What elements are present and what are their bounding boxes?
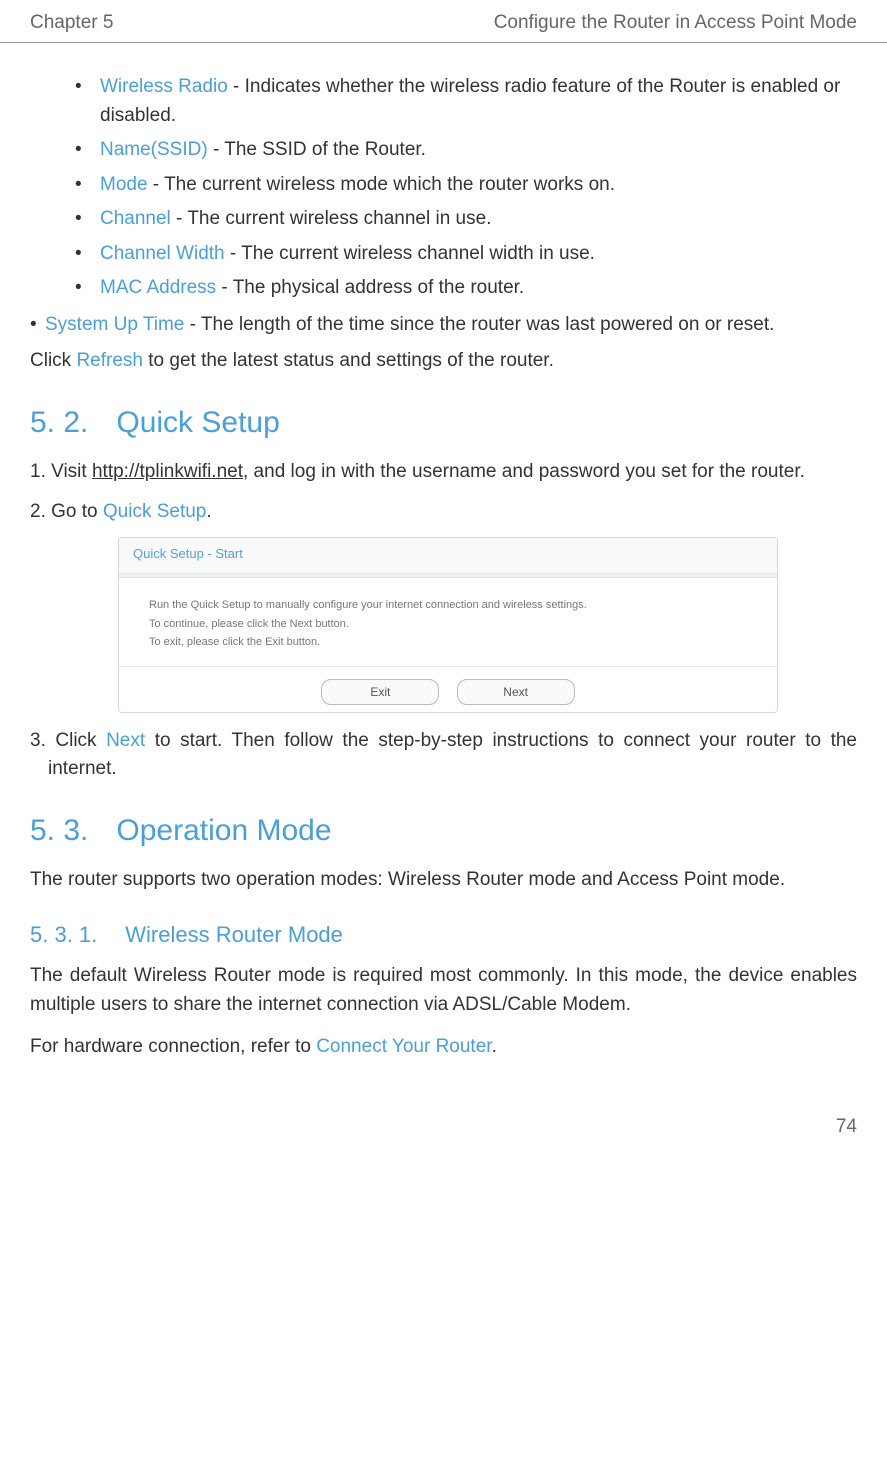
step1-pre: 1. Visit xyxy=(30,461,92,482)
heading-wireless-router-mode: 5. 3. 1. Wireless Router Mode xyxy=(30,922,857,948)
desc-name-ssid: - The SSID of the Router. xyxy=(208,139,426,160)
screenshot-line3: To exit, please click the Exit button. xyxy=(149,633,757,652)
desc-mode: - The current wireless mode which the ro… xyxy=(148,174,615,195)
heading-title-52: Quick Setup xyxy=(116,406,279,439)
tplink-url-link[interactable]: http://tplinkwifi.net xyxy=(92,461,243,482)
step3-pre: 3. Click xyxy=(30,730,106,751)
chapter-label: Chapter 5 xyxy=(30,12,113,34)
screenshot-button-row: Exit Next xyxy=(119,666,777,712)
heading-num-531: 5. 3. 1. xyxy=(30,922,97,947)
p2-pre: For hardware connection, refer to xyxy=(30,1036,316,1057)
screenshot-line2: To continue, please click the Next butto… xyxy=(149,615,757,634)
refresh-pre: Click xyxy=(30,350,76,371)
step3-post: to start. Then follow the step-by-step i… xyxy=(48,730,857,780)
step2-post: . xyxy=(206,501,211,522)
sub-bullet-list: Wireless Radio - Indicates whether the w… xyxy=(75,73,857,303)
screenshot-line1: Run the Quick Setup to manually configur… xyxy=(149,596,757,615)
bullet-system-uptime: System Up Time - The length of the time … xyxy=(30,311,857,340)
term-refresh: Refresh xyxy=(76,350,143,371)
term-quick-setup: Quick Setup xyxy=(103,501,207,522)
main-bullet-list: System Up Time - The length of the time … xyxy=(30,311,857,340)
refresh-paragraph: Click Refresh to get the latest status a… xyxy=(30,347,857,376)
term-system-uptime: System Up Time xyxy=(45,314,184,335)
bullet-name-ssid: Name(SSID) - The SSID of the Router. xyxy=(75,136,857,165)
quick-setup-steps: 1. Visit http://tplinkwifi.net, and log … xyxy=(30,458,857,784)
quick-setup-screenshot: Quick Setup - Start Run the Quick Setup … xyxy=(118,537,778,713)
heading-title-53: Operation Mode xyxy=(116,814,331,847)
operation-mode-intro: The router supports two operation modes:… xyxy=(30,866,857,895)
wireless-router-p1: The default Wireless Router mode is requ… xyxy=(30,962,857,1019)
wireless-router-p2: For hardware connection, refer to Connec… xyxy=(30,1033,857,1062)
exit-button[interactable]: Exit xyxy=(321,679,439,705)
heading-operation-mode: 5. 3. Operation Mode xyxy=(30,814,857,848)
term-mac-address: MAC Address xyxy=(100,277,216,298)
p2-post: . xyxy=(492,1036,497,1057)
heading-quick-setup: 5. 2. Quick Setup xyxy=(30,406,857,440)
step-1: 1. Visit http://tplinkwifi.net, and log … xyxy=(30,458,857,487)
page-header: Chapter 5 Configure the Router in Access… xyxy=(0,0,887,43)
term-channel-width: Channel Width xyxy=(100,243,225,264)
screenshot-title: Quick Setup - Start xyxy=(119,538,777,575)
bullet-mac-address: MAC Address - The physical address of th… xyxy=(75,274,857,303)
desc-channel-width: - The current wireless channel width in … xyxy=(225,243,595,264)
page-content: Wireless Radio - Indicates whether the w… xyxy=(0,43,887,1116)
step-3: 3. Click Next to start. Then follow the … xyxy=(30,727,857,784)
term-mode: Mode xyxy=(100,174,148,195)
term-wireless-radio: Wireless Radio xyxy=(100,76,228,97)
bullet-wireless-radio: Wireless Radio - Indicates whether the w… xyxy=(75,73,857,130)
refresh-post: to get the latest status and settings of… xyxy=(143,350,554,371)
page-number: 74 xyxy=(0,1116,887,1158)
heading-title-531: Wireless Router Mode xyxy=(125,922,343,947)
bullet-mode: Mode - The current wireless mode which t… xyxy=(75,171,857,200)
desc-mac-address: - The physical address of the router. xyxy=(216,277,524,298)
next-button[interactable]: Next xyxy=(457,679,575,705)
step-2: 2. Go to Quick Setup. Quick Setup - Star… xyxy=(30,498,857,713)
term-channel: Channel xyxy=(100,208,171,229)
step2-pre: 2. Go to xyxy=(30,501,103,522)
heading-num-52: 5. 2. xyxy=(30,406,88,439)
term-name-ssid: Name(SSID) xyxy=(100,139,208,160)
term-next: Next xyxy=(106,730,145,751)
bullet-channel-width: Channel Width - The current wireless cha… xyxy=(75,240,857,269)
desc-system-uptime: - The length of the time since the route… xyxy=(184,314,774,335)
desc-channel: - The current wireless channel in use. xyxy=(171,208,492,229)
step1-post: , and log in with the username and passw… xyxy=(243,461,805,482)
term-connect-your-router: Connect Your Router xyxy=(316,1036,491,1057)
bullet-channel: Channel - The current wireless channel i… xyxy=(75,205,857,234)
header-title: Configure the Router in Access Point Mod… xyxy=(494,12,857,34)
heading-num-53: 5. 3. xyxy=(30,814,88,847)
screenshot-body: Run the Quick Setup to manually configur… xyxy=(119,578,777,666)
